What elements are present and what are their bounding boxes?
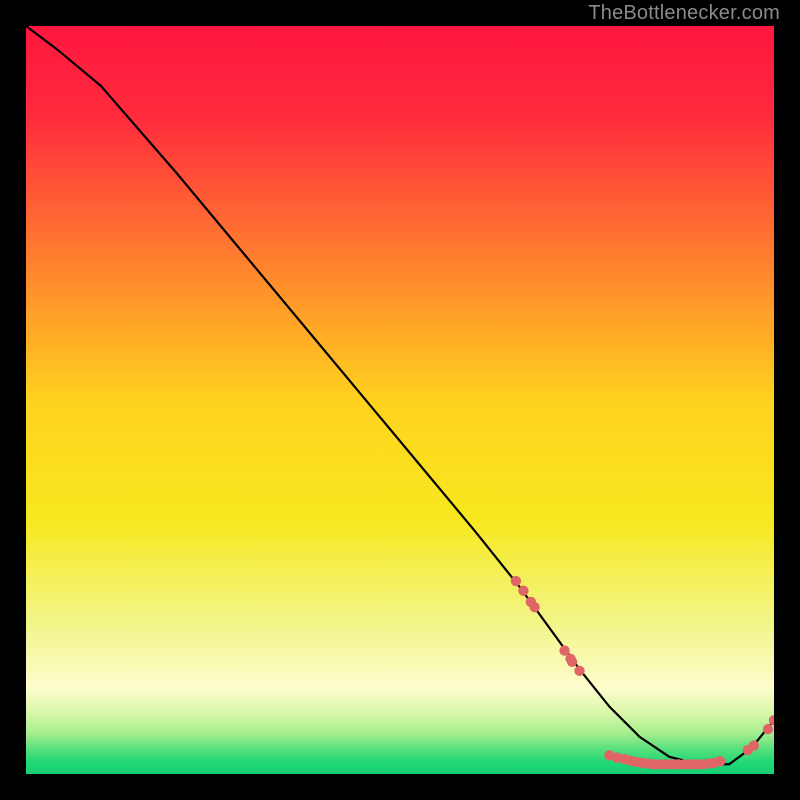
- data-point: [567, 657, 577, 667]
- plot-area: [26, 26, 774, 774]
- data-point: [574, 666, 584, 676]
- data-point: [518, 586, 528, 596]
- gradient-background: [26, 26, 774, 774]
- data-point: [511, 576, 521, 586]
- attribution-text: TheBottlenecker.com: [588, 2, 780, 25]
- data-point: [715, 756, 725, 766]
- chart-svg: [26, 26, 774, 774]
- chart-container: TheBottlenecker.com: [0, 0, 800, 800]
- data-point: [749, 740, 759, 750]
- data-point: [529, 602, 539, 612]
- data-point: [763, 724, 773, 734]
